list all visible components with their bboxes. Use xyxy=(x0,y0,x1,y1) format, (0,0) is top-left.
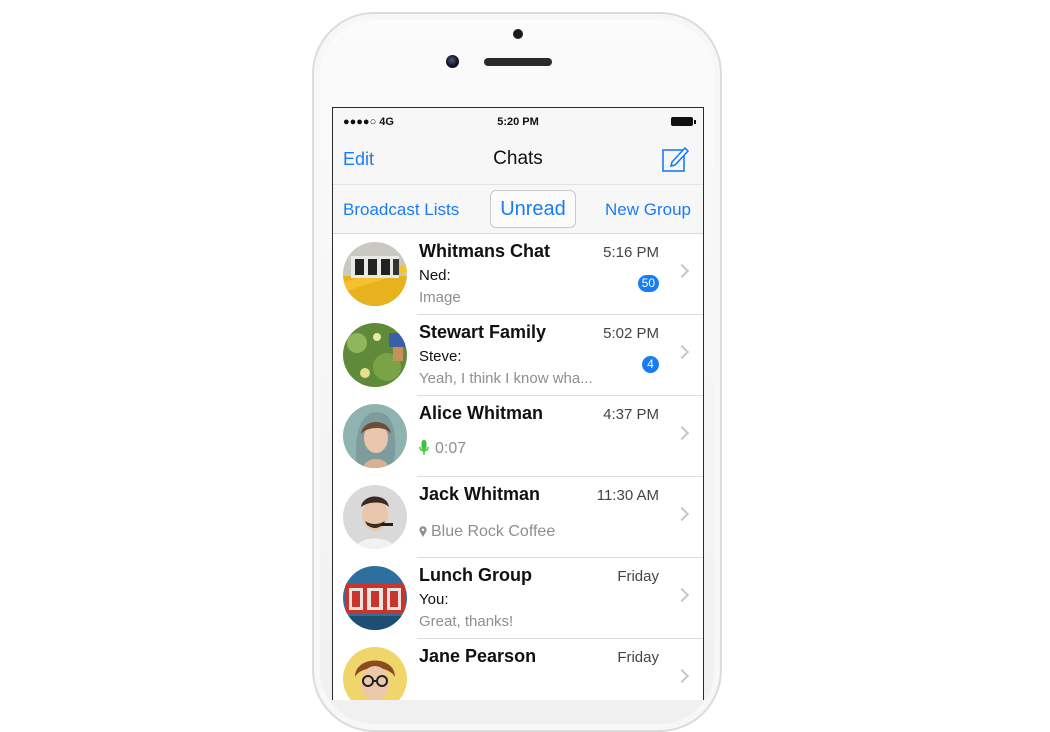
location-name: Blue Rock Coffee xyxy=(431,523,556,540)
chevron-right-icon xyxy=(674,263,690,279)
voice-duration: 0:07 xyxy=(435,440,467,457)
chat-name: Jane Pearson xyxy=(419,646,537,666)
avatar xyxy=(343,404,407,468)
chevron-right-icon xyxy=(674,587,690,603)
chat-time: Friday xyxy=(617,568,659,585)
chat-row[interactable]: Jane Pearson Friday xyxy=(333,639,703,700)
microphone-icon xyxy=(419,440,429,455)
chevron-right-icon xyxy=(674,668,690,684)
unread-badge: 50 xyxy=(637,275,659,292)
chat-time: 4:37 PM xyxy=(603,406,659,423)
avatar xyxy=(343,485,407,549)
chat-sender: Steve: xyxy=(419,348,462,365)
chat-sender: Ned: xyxy=(419,267,451,284)
chat-preview: Great, thanks! xyxy=(419,613,514,630)
chat-name: Jack Whitman xyxy=(419,484,541,504)
chevron-right-icon xyxy=(674,344,690,360)
chat-time: 5:02 PM xyxy=(603,325,659,342)
earpiece-speaker xyxy=(484,58,552,66)
chat-preview: Yeah, I think I know wha... xyxy=(419,370,593,387)
avatar xyxy=(343,242,407,306)
compose-icon[interactable] xyxy=(661,144,691,174)
chat-preview: Blue Rock Coffee xyxy=(419,523,555,541)
avatar xyxy=(343,647,407,700)
chat-name: Stewart Family xyxy=(419,322,547,342)
avatar xyxy=(343,566,407,630)
chat-row[interactable]: Stewart Family 5:02 PM Steve: Yeah, I th… xyxy=(333,315,703,396)
chat-name: Lunch Group xyxy=(419,565,532,585)
location-pin-icon xyxy=(419,526,427,537)
chat-time: 11:30 AM xyxy=(596,487,659,504)
unread-badge: 4 xyxy=(642,356,659,373)
chevron-right-icon xyxy=(674,506,690,522)
filter-bar: Broadcast Lists Unread New Group xyxy=(333,184,703,234)
avatar xyxy=(343,323,407,387)
phone-screen: ●●●●○ 4G 5:20 PM Edit Chats Broadcast Li… xyxy=(332,107,704,700)
chat-name: Alice Whitman xyxy=(419,403,544,423)
page-title: Chats xyxy=(493,148,543,169)
unread-button[interactable]: Unread xyxy=(490,190,576,228)
chat-row[interactable]: Alice Whitman 4:37 PM 0:07 xyxy=(333,396,703,477)
status-time: 5:20 PM xyxy=(497,116,539,128)
chat-row[interactable]: Jack Whitman 11:30 AM Blue Rock Coffee xyxy=(333,477,703,558)
chat-row[interactable]: Whitmans Chat 5:16 PM Ned: Image 50 xyxy=(333,234,703,315)
chat-sender: You: xyxy=(419,591,449,608)
chat-list: Whitmans Chat 5:16 PM Ned: Image 50 Stew… xyxy=(333,234,703,700)
navigation-bar: Edit Chats xyxy=(333,136,703,184)
chat-preview: 0:07 xyxy=(419,440,466,458)
chat-name: Whitmans Chat xyxy=(419,241,551,261)
chat-time: Friday xyxy=(617,649,659,666)
broadcast-lists-button[interactable]: Broadcast Lists xyxy=(343,200,459,220)
proximity-sensor xyxy=(513,29,523,39)
front-camera xyxy=(446,55,459,68)
chat-time: 5:16 PM xyxy=(603,244,659,261)
chat-row[interactable]: Lunch Group Friday You: Great, thanks! xyxy=(333,558,703,639)
chat-preview: Image xyxy=(419,289,461,306)
battery-icon xyxy=(671,117,696,126)
status-bar: ●●●●○ 4G 5:20 PM xyxy=(333,108,703,136)
new-group-button[interactable]: New Group xyxy=(605,200,691,220)
chevron-right-icon xyxy=(674,425,690,441)
